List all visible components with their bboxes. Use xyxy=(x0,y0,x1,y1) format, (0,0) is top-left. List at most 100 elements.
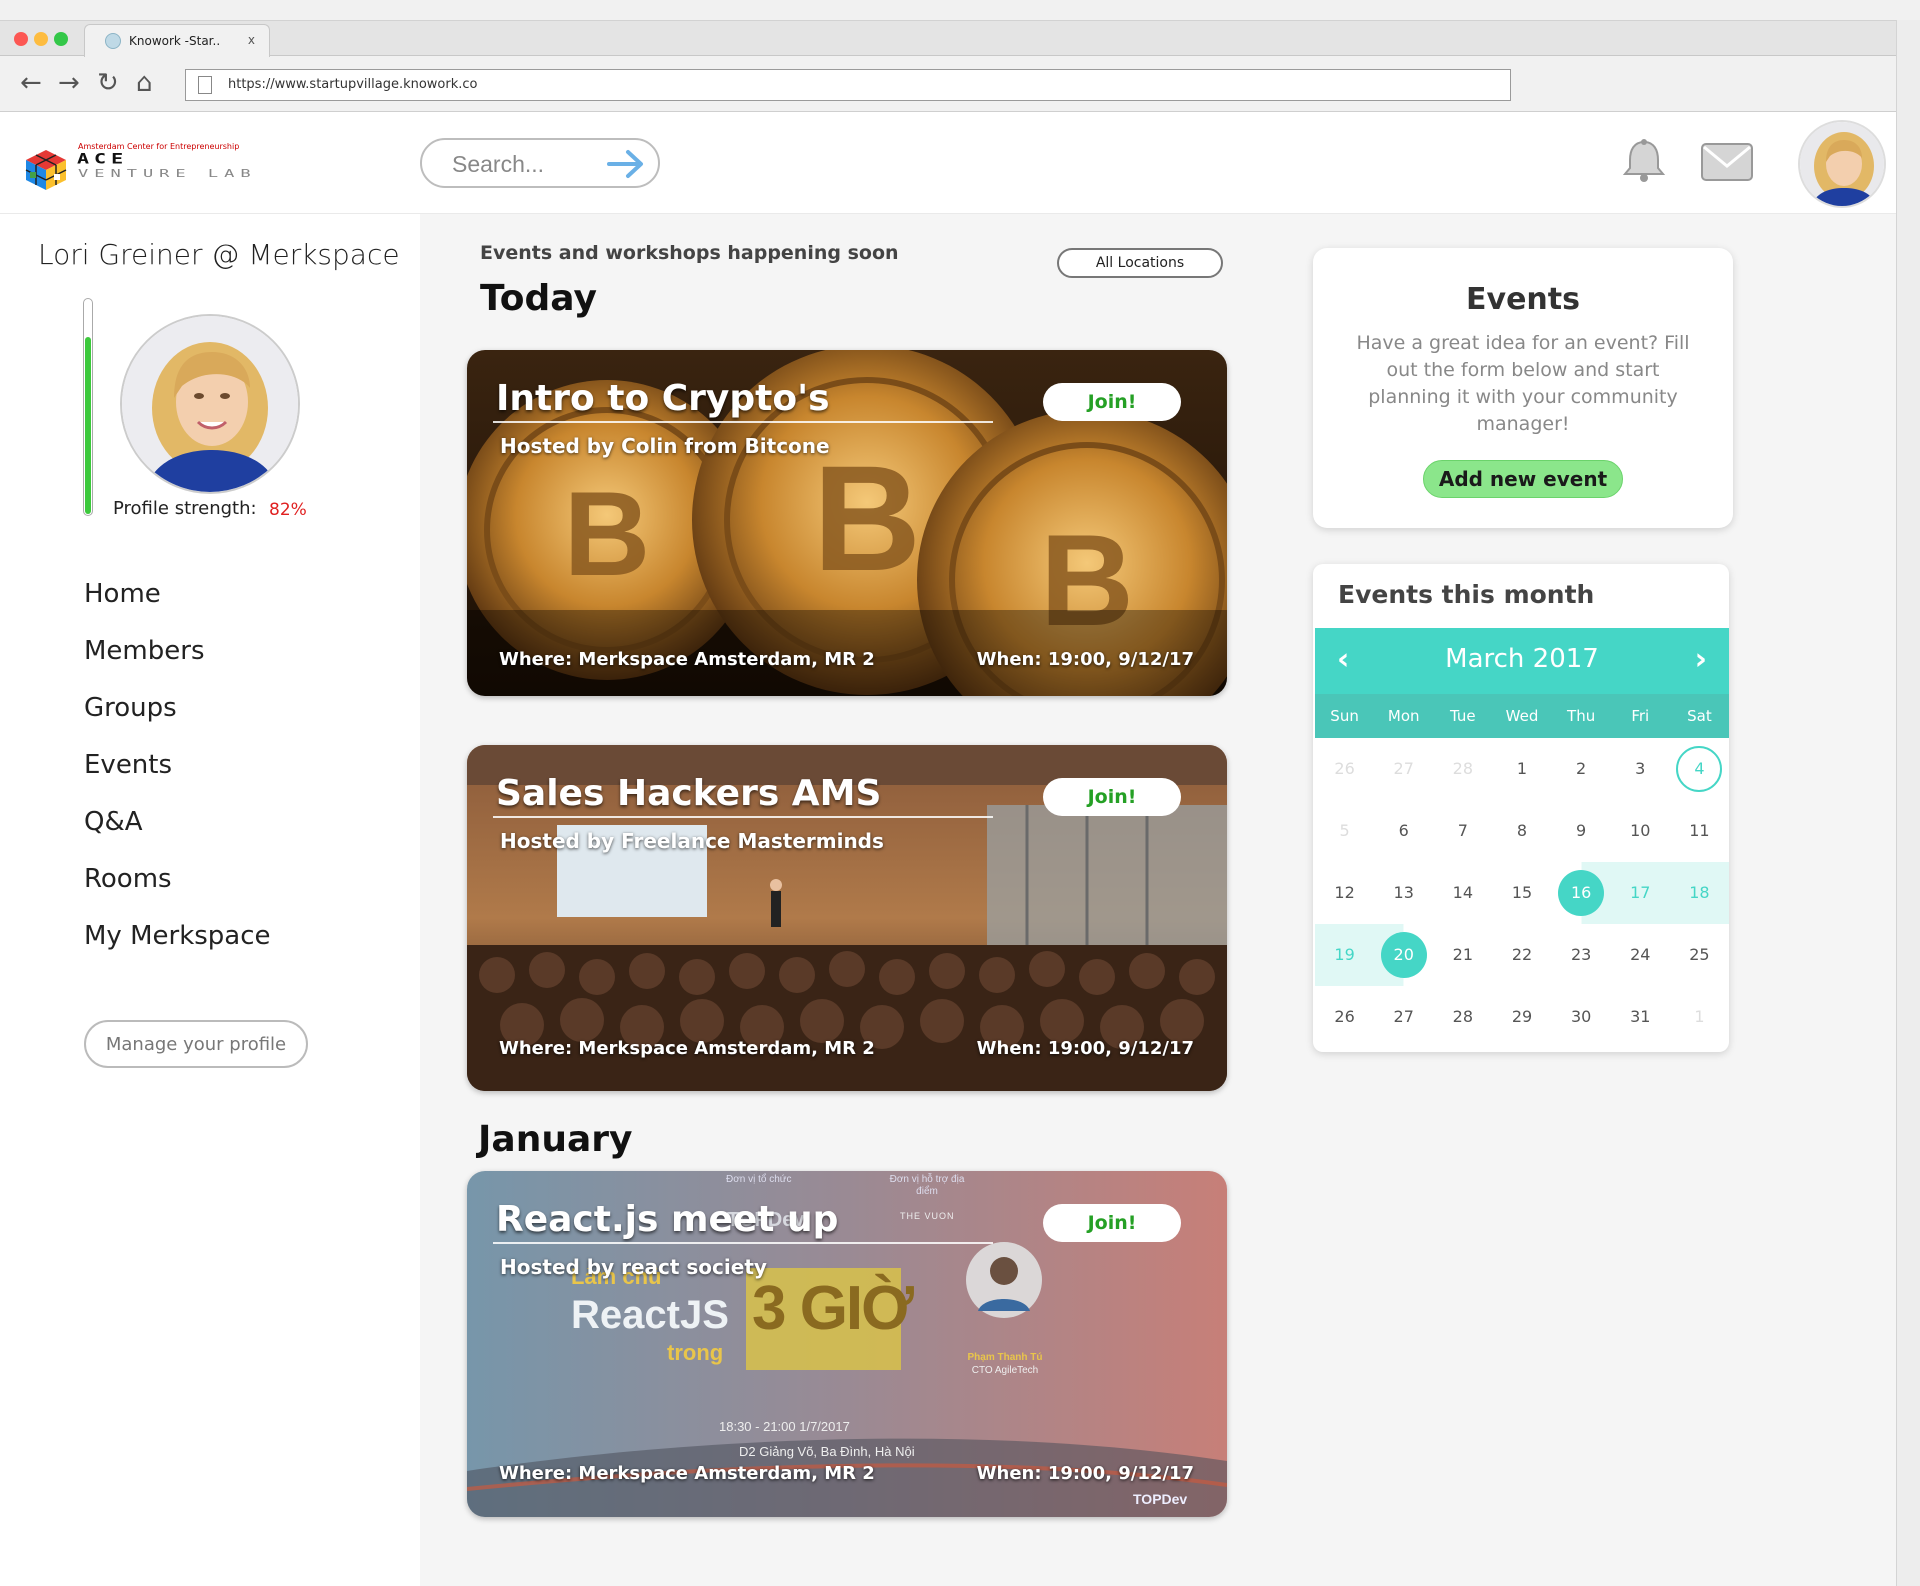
calendar-day[interactable]: 3 xyxy=(1611,738,1670,800)
calendar-day[interactable]: 23 xyxy=(1552,924,1611,986)
calendar-day-in-range[interactable]: 17 xyxy=(1610,862,1670,924)
calendar-day[interactable]: 21 xyxy=(1433,924,1492,986)
ace-logo[interactable]: Amsterdam Center for Entrepreneurship AC… xyxy=(24,142,294,192)
tab-close-icon[interactable]: x xyxy=(248,33,255,47)
nav-item-my-merkspace[interactable]: My Merkspace xyxy=(84,916,271,973)
calendar-week: 26 27 28 29 30 31 1 xyxy=(1315,986,1729,1048)
event-title: Intro to Crypto's xyxy=(496,378,830,419)
event-card-sales-hackers[interactable]: Sales Hackers AMS Hosted by Freelance Ma… xyxy=(467,745,1227,1091)
event-card-crypto[interactable]: B B B Intro to Crypto's Hosted by Colin … xyxy=(467,350,1227,696)
calendar-day[interactable]: 26 xyxy=(1315,986,1374,1048)
nav-item-members[interactable]: Members xyxy=(84,631,271,688)
profile-avatar[interactable] xyxy=(120,314,300,494)
calendar-day[interactable]: 10 xyxy=(1611,800,1670,862)
profile-title: Lori Greiner @ Merkspace xyxy=(38,238,400,271)
calendar-header: ‹ March 2017 › xyxy=(1315,628,1729,694)
calendar-day[interactable]: 11 xyxy=(1670,800,1729,862)
search-box[interactable] xyxy=(420,138,660,188)
event-title: React.js meet up xyxy=(496,1199,839,1240)
calendar-day[interactable]: 1 xyxy=(1492,738,1551,800)
chevron-right-icon[interactable]: › xyxy=(1695,642,1707,677)
browser-tab[interactable]: Knowork -Star.. x xyxy=(84,24,270,57)
calendar-day[interactable]: 31 xyxy=(1611,986,1670,1048)
calendar-day[interactable]: 7 xyxy=(1433,800,1492,862)
logo-venture-lab: VENTURE LAB xyxy=(78,168,257,180)
calendar-day[interactable]: 9 xyxy=(1552,800,1611,862)
calendar-day[interactable]: 15 xyxy=(1492,862,1551,924)
location-filter-button[interactable]: All Locations xyxy=(1057,248,1223,278)
nav-item-home[interactable]: Home xyxy=(84,574,271,631)
calendar-day[interactable]: 6 xyxy=(1374,800,1433,862)
page-icon xyxy=(198,76,212,94)
calendar-day[interactable]: 27 xyxy=(1374,738,1433,800)
poster-venue-label: Đơn vị hỗ trợ địa điểm xyxy=(889,1174,965,1197)
calendar-day-in-range[interactable]: 18 xyxy=(1669,862,1729,924)
calendar-day[interactable]: 22 xyxy=(1492,924,1551,986)
search-input[interactable] xyxy=(452,150,602,178)
join-button[interactable]: Join! xyxy=(1043,778,1181,816)
calendar-day[interactable]: 26 xyxy=(1315,738,1374,800)
add-new-event-button[interactable]: Add new event xyxy=(1423,460,1623,498)
calendar-day[interactable]: 1 xyxy=(1670,986,1729,1048)
calendar-day[interactable]: 12 xyxy=(1315,862,1374,924)
calendar-day-selected[interactable]: 16 xyxy=(1551,862,1611,924)
nav-item-rooms[interactable]: Rooms xyxy=(84,859,271,916)
poster-line2: ReactJS xyxy=(571,1293,729,1337)
search-submit-arrow-icon[interactable] xyxy=(606,148,646,180)
window-scrollbar[interactable] xyxy=(1896,20,1920,1586)
nav-item-groups[interactable]: Groups xyxy=(84,688,271,745)
calendar-day[interactable]: 27 xyxy=(1374,986,1433,1048)
reload-icon[interactable]: ↻ xyxy=(97,70,119,96)
calendar-week: 5 6 7 8 9 10 11 xyxy=(1315,800,1729,862)
calendar-day-in-range[interactable]: 19 xyxy=(1315,924,1375,986)
back-arrow-icon[interactable]: ← xyxy=(20,70,42,96)
calendar-day[interactable]: 28 xyxy=(1433,986,1492,1048)
event-location: Where: Merkspace Amsterdam, MR 2 xyxy=(499,649,875,670)
join-button[interactable]: Join! xyxy=(1043,1204,1181,1242)
nav-item-qa[interactable]: Q&A xyxy=(84,802,271,859)
title-underline xyxy=(493,421,993,423)
poster-speaker-role: CTO AgileTech xyxy=(971,1365,1039,1376)
calendar-weekdays: Sun Mon Tue Wed Thu Fri Sat xyxy=(1315,694,1729,738)
user-avatar-photo xyxy=(1800,122,1884,206)
calendar-day[interactable]: 5 xyxy=(1315,800,1374,862)
calendar-day[interactable]: 28 xyxy=(1433,738,1492,800)
calendar-day[interactable]: 2 xyxy=(1552,738,1611,800)
maximize-window-dot[interactable] xyxy=(54,32,68,46)
events-subtitle: Events and workshops happening soon xyxy=(480,242,899,264)
calendar-day[interactable]: 13 xyxy=(1374,862,1433,924)
profile-avatar-photo xyxy=(122,316,298,492)
nav-item-events[interactable]: Events xyxy=(84,745,271,802)
calendar-day[interactable]: 14 xyxy=(1433,862,1492,924)
manage-profile-button[interactable]: Manage your profile xyxy=(84,1020,308,1068)
calendar-week: 26 27 28 1 2 3 4 xyxy=(1315,738,1729,800)
calendar-day[interactable]: 29 xyxy=(1492,986,1551,1048)
minimize-window-dot[interactable] xyxy=(34,32,48,46)
notification-bell-icon[interactable] xyxy=(1622,138,1666,184)
event-time: When: 19:00, 9/12/17 xyxy=(976,1463,1194,1484)
calendar-day-today[interactable]: 4 xyxy=(1670,738,1729,800)
messages-mail-icon[interactable] xyxy=(1700,142,1754,182)
event-title: Sales Hackers AMS xyxy=(496,773,882,814)
section-title-today: Today xyxy=(480,278,597,319)
calendar-day-selected[interactable]: 20 xyxy=(1374,924,1434,986)
browser-chrome: Knowork -Star.. x ← → ↻ ⌂ https://www.st… xyxy=(0,0,1920,112)
address-bar[interactable]: https://www.startupvillage.knowork.co xyxy=(185,69,1511,101)
svg-text:B: B xyxy=(564,467,651,601)
user-avatar[interactable] xyxy=(1798,120,1886,208)
join-button[interactable]: Join! xyxy=(1043,383,1181,421)
close-window-dot[interactable] xyxy=(14,32,28,46)
calendar-day[interactable]: 25 xyxy=(1670,924,1729,986)
weekday-wed: Wed xyxy=(1505,707,1539,725)
event-card-react[interactable]: Đơn vị tổ chức Đơn vị hỗ trợ địa điểm TO… xyxy=(467,1171,1227,1517)
poster-brand-footer: TOPDev xyxy=(1133,1491,1188,1507)
calendar-day[interactable]: 8 xyxy=(1492,800,1551,862)
home-icon[interactable]: ⌂ xyxy=(136,70,153,96)
weekday-sat: Sat xyxy=(1687,707,1712,725)
calendar-day[interactable]: 30 xyxy=(1552,986,1611,1048)
main-navigation: Home Members Groups Events Q&A Rooms My … xyxy=(84,574,271,973)
section-title-january: January xyxy=(478,1119,633,1160)
events-calendar: Events this month ‹ March 2017 › Sun Mon… xyxy=(1313,564,1729,1052)
forward-arrow-icon[interactable]: → xyxy=(58,70,80,96)
calendar-day[interactable]: 24 xyxy=(1611,924,1670,986)
